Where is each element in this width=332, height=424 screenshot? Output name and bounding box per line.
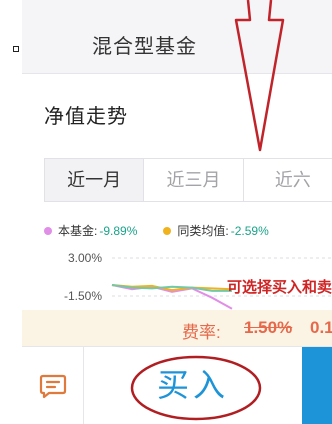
fund-type-row[interactable]: 混合型基金 xyxy=(22,0,332,74)
fund-detail-panel: 混合型基金 净值走势 近一月 近三月 近六 本基金: -9.89% 同类均值: … xyxy=(22,0,332,424)
fee-label: 费率: xyxy=(182,323,221,342)
chat-icon xyxy=(39,374,66,399)
y-tick-label: -1.50% xyxy=(64,289,102,303)
fee-bar: 费率: 1.50% 0.1 xyxy=(22,310,332,346)
tab-three-months[interactable]: 近三月 xyxy=(144,159,244,201)
tab-six-months[interactable]: 近六 xyxy=(244,159,332,201)
legend-name-fund: 本基金: xyxy=(58,224,98,238)
buy-button-label: 买入 xyxy=(156,367,229,403)
y-tick-label: 3.00% xyxy=(68,251,102,265)
annotation-buy-sell-text: 可选择买入和卖 xyxy=(227,279,332,296)
checkbox-square-icon xyxy=(13,46,19,52)
legend-name-category-average: 同类均值: xyxy=(177,224,229,238)
fee-new-rate: 0.1 xyxy=(310,318,332,337)
legend-dot-fund xyxy=(44,226,52,235)
net-value-section-title: 净值走势 xyxy=(44,106,128,128)
chart-legend: 本基金: -9.89% 同类均值: -2.59% xyxy=(44,222,295,239)
period-tabs: 近一月 近三月 近六 xyxy=(44,158,332,202)
chat-button[interactable] xyxy=(22,347,84,424)
fee-old-rate: 1.50% xyxy=(244,318,293,337)
legend-value-fund: -9.89% xyxy=(99,223,138,238)
page-edge-strip xyxy=(0,0,22,424)
legend-item-category-average: 同类均值: -2.59% xyxy=(163,222,269,239)
fund-type-label: 混合型基金 xyxy=(92,36,197,58)
tab-one-month[interactable]: 近一月 xyxy=(45,159,145,201)
sell-button-edge[interactable] xyxy=(302,347,332,424)
legend-dot-category-average xyxy=(163,226,172,235)
legend-item-fund: 本基金: -9.89% xyxy=(44,222,137,239)
legend-value-category-average: -2.59% xyxy=(230,223,269,238)
bottom-action-bar: 买入 xyxy=(22,346,332,424)
buy-button[interactable]: 买入 xyxy=(84,347,302,424)
